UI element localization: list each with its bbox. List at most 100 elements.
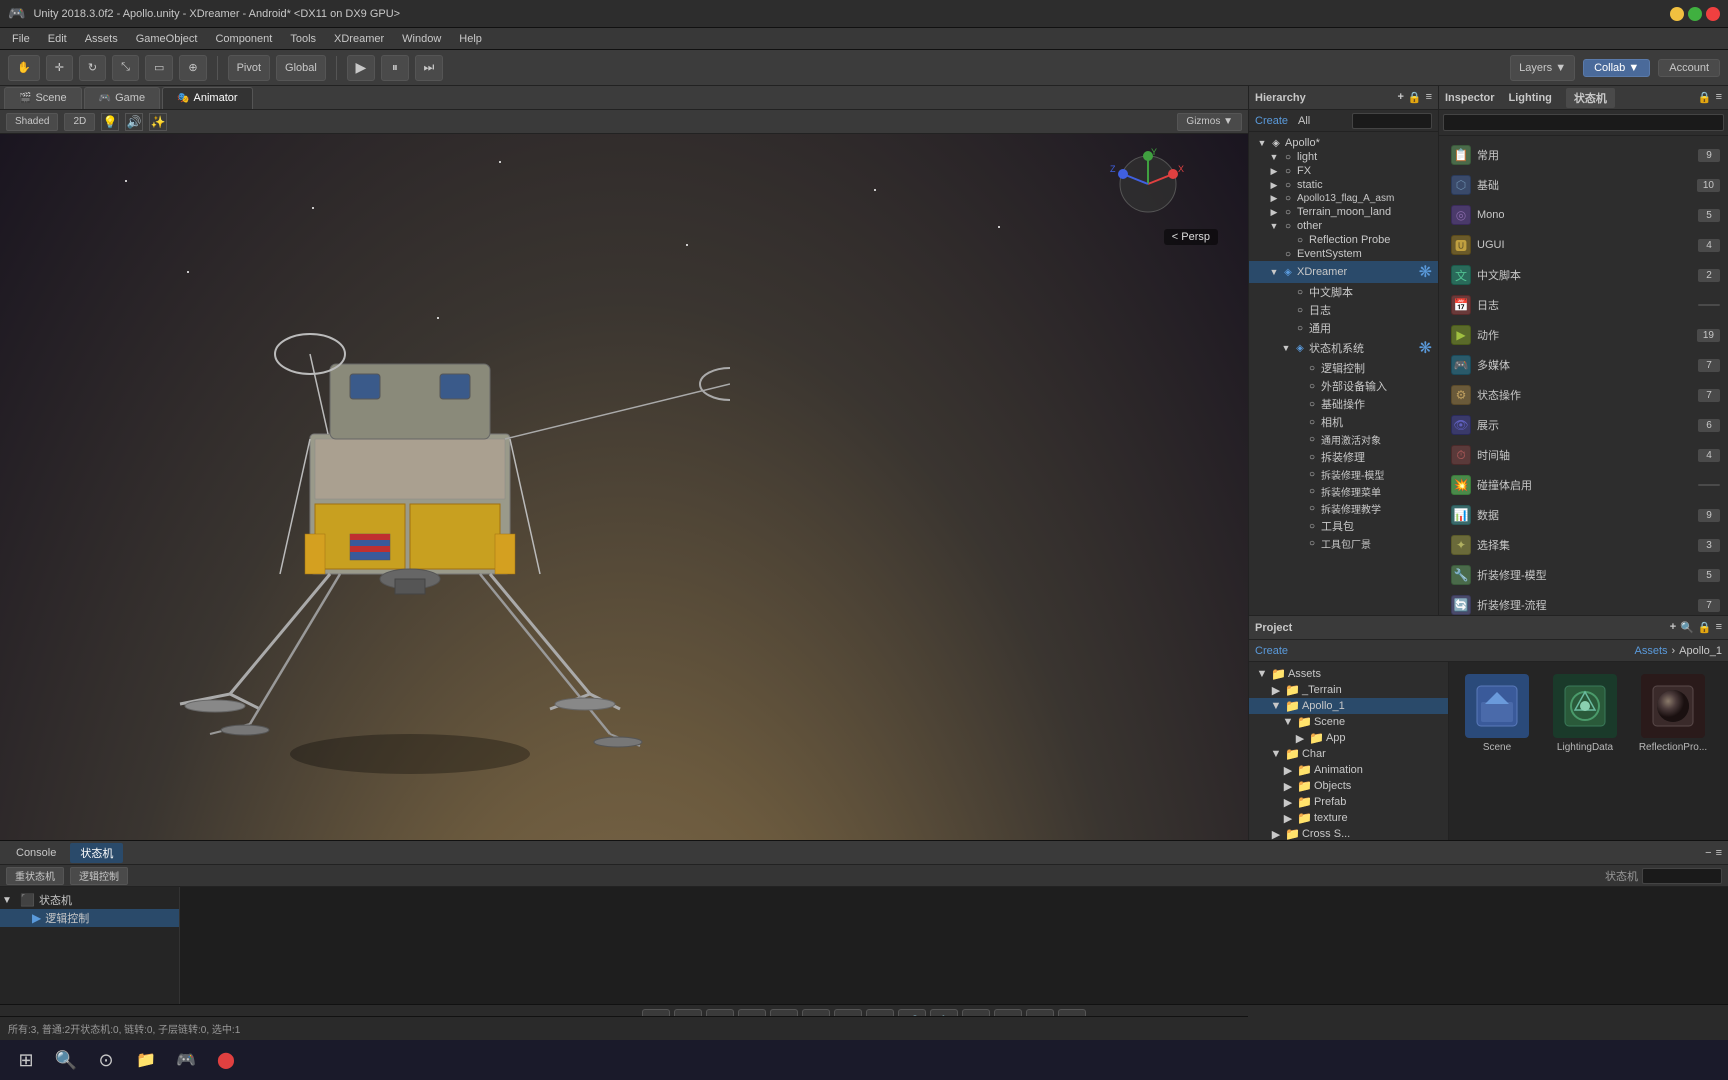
asset-item-reflection[interactable]: ReflectionPro... [1633,670,1713,757]
breadcrumb-assets[interactable]: Assets [1634,645,1667,657]
expand-arrow[interactable]: ▼ [1257,138,1267,148]
inspector-search-input[interactable] [1443,114,1724,131]
hier-item-eventsystem[interactable]: ○ EventSystem [1249,247,1438,261]
insp-row-duomei[interactable]: 🎮 多媒体 7 [1443,350,1724,380]
proj-item-apollo1[interactable]: ▼ 📁 Apollo_1 [1249,698,1448,714]
gizmo[interactable]: X Y Z [1108,144,1188,224]
hier-item-zhongwen[interactable]: ○ 中文脚本 [1249,283,1438,301]
hier-item-fx[interactable]: ▶ ○ FX [1249,164,1438,178]
project-menu-icon[interactable]: ≡ [1716,621,1722,634]
taskbar-record[interactable]: ⬤ [208,1042,244,1078]
maximize-btn[interactable] [1688,7,1702,21]
all-label[interactable]: All [1298,115,1310,127]
effect-toggle[interactable]: ✨ [149,113,167,131]
expand-arrow[interactable]: ▼ [1269,267,1279,277]
hier-item-repairteach[interactable]: ○ 拆装修理教学 [1249,500,1438,517]
tool-rotate[interactable]: ↻ [79,55,106,81]
insp-row-changyong[interactable]: 📋 常用 9 [1443,140,1724,170]
expand-arrow[interactable]: ▶ [1269,166,1279,177]
proj-item-scene[interactable]: ▼ 📁 Scene [1249,714,1448,730]
insp-row-pengzhuang-enable[interactable]: 💥 碰撞体启用 [1443,470,1724,500]
insp-row-zhuangtai[interactable]: ⚙ 状态操作 7 [1443,380,1724,410]
expand-arrow[interactable]: ▶ [1269,180,1279,191]
persp-label[interactable]: < Persp [1164,229,1218,245]
insp-row-xuanzej[interactable]: ✦ 选择集 3 [1443,530,1724,560]
tool-hand[interactable]: ✋ [8,55,40,81]
account-btn[interactable]: Account [1658,59,1720,77]
menu-xdreamer[interactable]: XDreamer [326,31,392,47]
audio-toggle[interactable]: 🔊 [125,113,143,131]
hier-item-rizi[interactable]: ○ 日志 [1249,301,1438,319]
hier-item-toolsfactory[interactable]: ○ 工具包厂景 [1249,535,1438,552]
tool-rect[interactable]: ▭ [145,55,173,81]
hier-item-activateobj[interactable]: ○ 通用激活对象 [1249,431,1438,448]
close-btn[interactable] [1706,7,1720,21]
console-row-logic[interactable]: ▶ 逻辑控制 [0,909,179,927]
insp-row-chaizhuang-model[interactable]: 🔧 折装修理-模型 5 [1443,560,1724,590]
tool-move[interactable]: ✛ [46,55,73,81]
project-create-btn[interactable]: Create [1255,645,1288,657]
insp-row-shuju[interactable]: 📊 数据 9 [1443,500,1724,530]
hier-item-stateMachine[interactable]: ▼ ◈ 状态机系统 ❋ [1249,337,1438,359]
taskbar-start[interactable]: ⊞ [8,1042,44,1078]
create-btn[interactable]: Create [1255,115,1288,127]
breadcrumb-apollo[interactable]: Apollo_1 [1679,645,1722,657]
pivot-btn[interactable]: Pivot [228,55,270,81]
menu-gameobject[interactable]: GameObject [128,31,206,47]
menu-assets[interactable]: Assets [77,31,126,47]
hier-item-tools[interactable]: ○ 工具包 [1249,517,1438,535]
hierarchy-search[interactable] [1352,113,1432,129]
menu-help[interactable]: Help [451,31,490,47]
menu-edit[interactable]: Edit [40,31,75,47]
global-btn[interactable]: Global [276,55,326,81]
insp-row-jichu[interactable]: ⬡ 基础 10 [1443,170,1724,200]
2d-btn[interactable]: 2D [64,113,95,131]
shaded-btn[interactable]: Shaded [6,113,58,131]
inspector-lock-icon[interactable]: 🔒 [1698,91,1712,104]
menu-window[interactable]: Window [394,31,449,47]
expand-arrow[interactable]: ▶ [1269,193,1279,204]
menu-file[interactable]: File [4,31,38,47]
expand-arrow[interactable]: ▼ [1269,152,1279,162]
taskbar-explorer[interactable]: 📁 [128,1042,164,1078]
proj-item-char[interactable]: ▼ 📁 Char [1249,746,1448,762]
console-row-sm[interactable]: ▼ ⬛ 状态机 [0,891,179,909]
menu-tools[interactable]: Tools [282,31,324,47]
gizmos-btn[interactable]: Gizmos ▼ [1177,113,1242,131]
expand-arrow[interactable]: ▼ [1281,343,1291,353]
hier-item-repair[interactable]: ○ 拆装修理 [1249,448,1438,466]
step-btn[interactable]: ⏭ [415,55,443,81]
hier-item-apollo13flag[interactable]: ▶ ○ Apollo13_flag_A_asm [1249,192,1438,205]
hier-item-repairmodel[interactable]: ○ 拆装修理-模型 [1249,466,1438,483]
expand-arrow[interactable]: ▼ [1269,221,1279,231]
project-search-icon[interactable]: 🔍 [1680,621,1694,634]
taskbar-unity[interactable]: 🎮 [168,1042,204,1078]
project-lock-icon[interactable]: 🔒 [1698,621,1712,634]
pause-btn[interactable]: ⏸ [381,55,409,81]
lighting-tab[interactable]: Lighting [1501,90,1560,106]
insp-row-shijian[interactable]: ⏱ 时间轴 4 [1443,440,1724,470]
console-collapse-icon[interactable]: − [1705,847,1711,859]
xdreamer-inspector-tab[interactable]: 状态机 [1566,88,1615,108]
asset-item-scene[interactable]: Scene [1457,670,1537,757]
console-search[interactable] [1642,868,1722,884]
taskbar-search[interactable]: 🔍 [48,1042,84,1078]
console-menu-icon[interactable]: ≡ [1716,847,1722,859]
hier-item-luoji[interactable]: ○ 逻辑控制 [1249,359,1438,377]
insp-row-dongzuo[interactable]: ▶ 动作 19 [1443,320,1724,350]
expand-arrow[interactable]: ▶ [1269,207,1279,218]
proj-item-prefab[interactable]: ▶ 📁 Prefab [1249,794,1448,810]
tab-game[interactable]: 🎮 Game [84,87,160,109]
insp-row-zhanshi[interactable]: 👁 展示 6 [1443,410,1724,440]
insp-row-chaizhuang-flow[interactable]: 🔄 折装修理-流程 7 [1443,590,1724,615]
hier-item-other[interactable]: ▼ ○ other [1249,219,1438,233]
tab-animator[interactable]: 🎭 Animator [162,87,252,109]
minimize-btn[interactable] [1670,7,1684,21]
hier-item-terrain[interactable]: ▶ ○ Terrain_moon_land [1249,205,1438,219]
hier-item-light[interactable]: ▼ ○ light [1249,150,1438,164]
proj-item-app[interactable]: ▶ 📁 App [1249,730,1448,746]
project-add-icon[interactable]: + [1670,621,1676,634]
taskbar-view[interactable]: ⊙ [88,1042,124,1078]
tab-console[interactable]: Console [6,845,66,861]
hier-item-reflection[interactable]: ○ Reflection Probe [1249,233,1438,247]
